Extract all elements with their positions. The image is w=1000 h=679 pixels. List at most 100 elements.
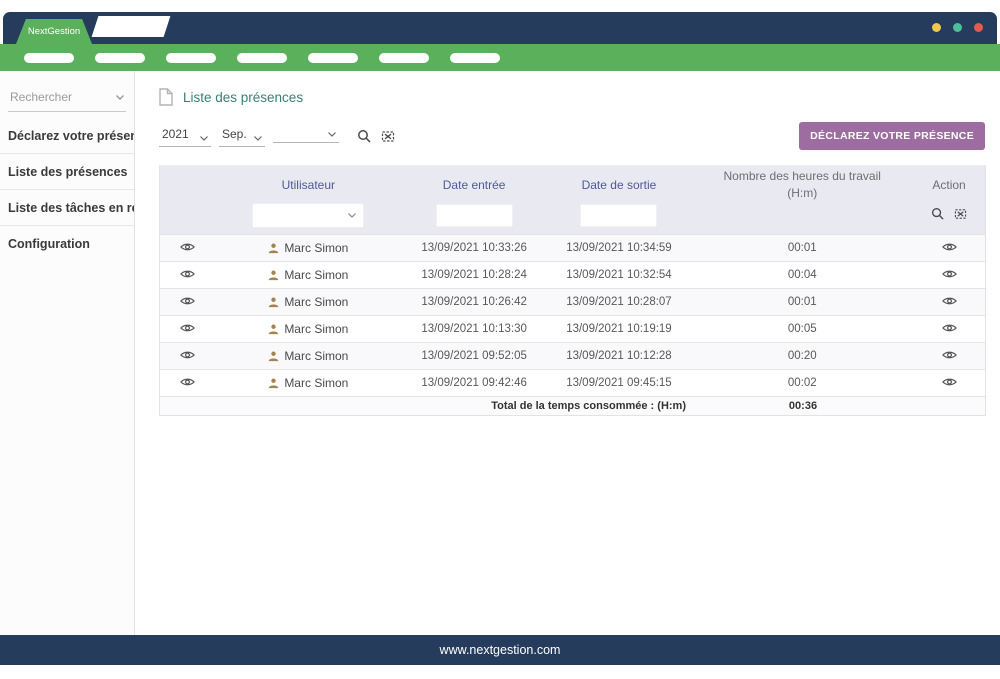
page-header: Liste des présences: [159, 88, 1000, 106]
window-titlebar: NextGestion: [3, 12, 997, 44]
sidebar-search-placeholder: Rechercher: [10, 90, 116, 104]
row-eye-icon[interactable]: [180, 323, 195, 333]
table-row: Marc Simon 13/09/2021 10:28:24 13/09/202…: [160, 261, 985, 288]
sidebar-item-liste-des-taches[interactable]: Liste des tâches en ret...: [0, 190, 134, 226]
footer-url: www.nextgestion.com: [440, 643, 561, 657]
row-eye-icon[interactable]: [180, 242, 195, 252]
date-entree-filter-input[interactable]: [436, 204, 513, 227]
footer: www.nextgestion.com: [0, 635, 1000, 665]
ghost-tab[interactable]: [92, 16, 171, 37]
user-name: Marc Simon: [284, 241, 348, 255]
month-select-value: Sep.: [222, 127, 248, 141]
row-eye-icon[interactable]: [180, 296, 195, 306]
row-eye-icon[interactable]: [180, 377, 195, 387]
column-header-utilisateur[interactable]: Utilisateur: [215, 166, 402, 203]
year-select-value: 2021: [162, 127, 194, 141]
filter-bar: 2021 Sep. DÉCLAREZ VOTRE PRÉSENCE: [159, 122, 985, 150]
action-eye-icon[interactable]: [942, 269, 957, 279]
user-icon: [268, 243, 279, 254]
table-row: Marc Simon 13/09/2021 10:13:30 13/09/202…: [160, 315, 985, 342]
nav-pill[interactable]: [237, 53, 287, 63]
total-label: Total de la temps consommée : (H:m): [160, 400, 692, 412]
date-sortie-cell: 13/09/2021 10:12:28: [547, 350, 692, 362]
table-row: Marc Simon 13/09/2021 09:42:46 13/09/202…: [160, 369, 985, 396]
table-row: Marc Simon 13/09/2021 10:33:26 13/09/202…: [160, 234, 985, 261]
date-entree-cell: 13/09/2021 10:33:26: [402, 242, 547, 254]
column-header-date-sortie[interactable]: Date de sortie: [547, 166, 692, 203]
table-clear-search-icon[interactable]: [954, 207, 967, 225]
user-name: Marc Simon: [284, 268, 348, 282]
hours-cell: 00:01: [691, 242, 913, 254]
date-sortie-filter-input[interactable]: [580, 204, 657, 227]
total-value: 00:36: [692, 400, 914, 412]
minimize-dot-icon[interactable]: [932, 23, 941, 32]
column-header-blank: [160, 166, 215, 203]
action-eye-icon[interactable]: [942, 296, 957, 306]
date-sortie-cell: 13/09/2021 10:34:59: [547, 242, 692, 254]
action-eye-icon[interactable]: [942, 323, 957, 333]
action-eye-icon[interactable]: [942, 242, 957, 252]
declare-presence-button[interactable]: DÉCLAREZ VOTRE PRÉSENCE: [799, 122, 985, 150]
date-entree-cell: 13/09/2021 10:13:30: [402, 323, 547, 335]
hours-cell: 00:02: [691, 377, 913, 389]
nav-pill[interactable]: [450, 53, 500, 63]
extra-select[interactable]: [273, 130, 339, 143]
content-area: Rechercher Déclarez votre présence Liste…: [0, 71, 1000, 635]
column-header-heures: Nombre des heures du travail (H:m): [707, 168, 897, 200]
date-sortie-cell: 13/09/2021 10:19:19: [547, 323, 692, 335]
user-icon: [268, 297, 279, 308]
document-icon: [159, 88, 173, 106]
user-icon: [268, 378, 279, 389]
chevron-down-icon: [200, 136, 208, 141]
page-title: Liste des présences: [183, 90, 303, 105]
close-dot-icon[interactable]: [974, 23, 983, 32]
date-sortie-cell: 13/09/2021 10:28:07: [547, 296, 692, 308]
chevron-down-icon: [348, 213, 356, 218]
sidebar-item-liste-des-presences[interactable]: Liste des présences: [0, 154, 134, 190]
nav-pill[interactable]: [95, 53, 145, 63]
user-icon: [268, 270, 279, 281]
row-eye-icon[interactable]: [180, 350, 195, 360]
maximize-dot-icon[interactable]: [953, 23, 962, 32]
action-eye-icon[interactable]: [942, 350, 957, 360]
sidebar: Rechercher Déclarez votre présence Liste…: [0, 71, 135, 635]
brand-tab[interactable]: NextGestion: [16, 19, 92, 44]
month-select[interactable]: Sep.: [219, 125, 265, 147]
date-entree-cell: 13/09/2021 10:26:42: [402, 296, 547, 308]
action-eye-icon[interactable]: [942, 377, 957, 387]
user-name: Marc Simon: [284, 349, 348, 363]
user-icon: [268, 351, 279, 362]
nav-pill[interactable]: [379, 53, 429, 63]
year-select[interactable]: 2021: [159, 125, 211, 147]
sidebar-item-declarez-votre-presence[interactable]: Déclarez votre présence: [0, 118, 134, 154]
total-row: Total de la temps consommée : (H:m) 00:3…: [160, 396, 985, 415]
nav-pill[interactable]: [308, 53, 358, 63]
column-header-date-entree[interactable]: Date entrée: [402, 166, 547, 203]
chevron-down-icon: [116, 95, 124, 100]
user-icon: [268, 324, 279, 335]
user-filter-select[interactable]: [252, 203, 364, 228]
search-icon[interactable]: [357, 129, 371, 143]
main-panel: Liste des présences 2021 Sep.: [136, 71, 1000, 635]
date-sortie-cell: 13/09/2021 10:32:54: [547, 269, 692, 281]
row-eye-icon[interactable]: [180, 269, 195, 279]
chevron-down-icon: [254, 136, 262, 141]
table-body: Marc Simon 13/09/2021 10:33:26 13/09/202…: [160, 234, 985, 396]
window-controls: [932, 23, 983, 32]
hours-cell: 00:04: [691, 269, 913, 281]
column-header-action: Action: [913, 166, 985, 203]
presence-table: Utilisateur Date entrée Date de sortie N…: [159, 165, 986, 416]
hours-cell: 00:20: [691, 350, 913, 362]
user-name: Marc Simon: [284, 322, 348, 336]
nav-pill[interactable]: [24, 53, 74, 63]
app-window: NextGestion Rechercher Déclarez votre pr…: [0, 0, 1000, 679]
date-entree-cell: 13/09/2021 10:28:24: [402, 269, 547, 281]
sidebar-search-select[interactable]: Rechercher: [8, 87, 126, 112]
user-name: Marc Simon: [284, 376, 348, 390]
sidebar-item-configuration[interactable]: Configuration: [0, 226, 134, 261]
table-search-icon[interactable]: [931, 207, 944, 225]
hours-cell: 00:05: [691, 323, 913, 335]
nav-pill[interactable]: [166, 53, 216, 63]
date-sortie-cell: 13/09/2021 09:45:15: [547, 377, 692, 389]
clear-search-icon[interactable]: [381, 130, 395, 143]
